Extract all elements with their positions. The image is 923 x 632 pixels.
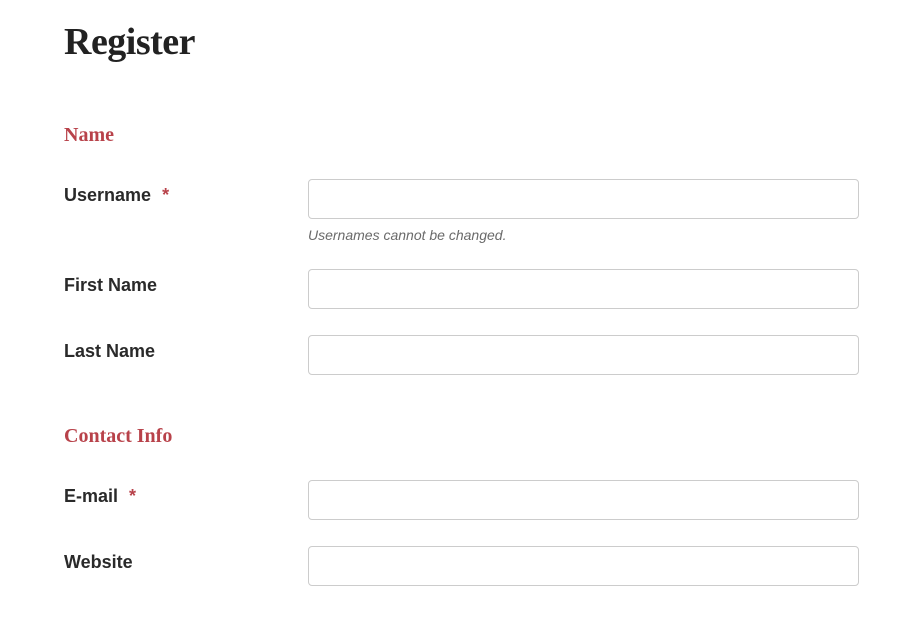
last-name-label: Last Name — [64, 335, 308, 362]
section-heading-name: Name — [64, 124, 859, 147]
last-name-label-text: Last Name — [64, 341, 155, 361]
first-name-label-text: First Name — [64, 275, 157, 295]
last-name-field-wrap — [308, 335, 859, 375]
email-input[interactable] — [308, 480, 859, 520]
required-star-icon: * — [162, 185, 169, 205]
website-label: Website — [64, 546, 308, 573]
form-row-first-name: First Name — [64, 269, 859, 309]
form-row-email: E-mail * — [64, 480, 859, 520]
username-label-text: Username — [64, 185, 151, 205]
required-star-icon: * — [129, 486, 136, 506]
username-hint: Usernames cannot be changed. — [308, 227, 859, 243]
username-field-wrap: Usernames cannot be changed. — [308, 179, 859, 243]
email-field-wrap — [308, 480, 859, 520]
last-name-input[interactable] — [308, 335, 859, 375]
website-field-wrap — [308, 546, 859, 586]
section-heading-contact: Contact Info — [64, 425, 859, 448]
form-row-last-name: Last Name — [64, 335, 859, 375]
form-row-website: Website — [64, 546, 859, 586]
first-name-input[interactable] — [308, 269, 859, 309]
page-title: Register — [64, 20, 859, 64]
username-label: Username * — [64, 179, 308, 206]
username-input[interactable] — [308, 179, 859, 219]
form-row-username: Username * Usernames cannot be changed. — [64, 179, 859, 243]
website-input[interactable] — [308, 546, 859, 586]
email-label-text: E-mail — [64, 486, 118, 506]
email-label: E-mail * — [64, 480, 308, 507]
first-name-label: First Name — [64, 269, 308, 296]
first-name-field-wrap — [308, 269, 859, 309]
website-label-text: Website — [64, 552, 133, 572]
